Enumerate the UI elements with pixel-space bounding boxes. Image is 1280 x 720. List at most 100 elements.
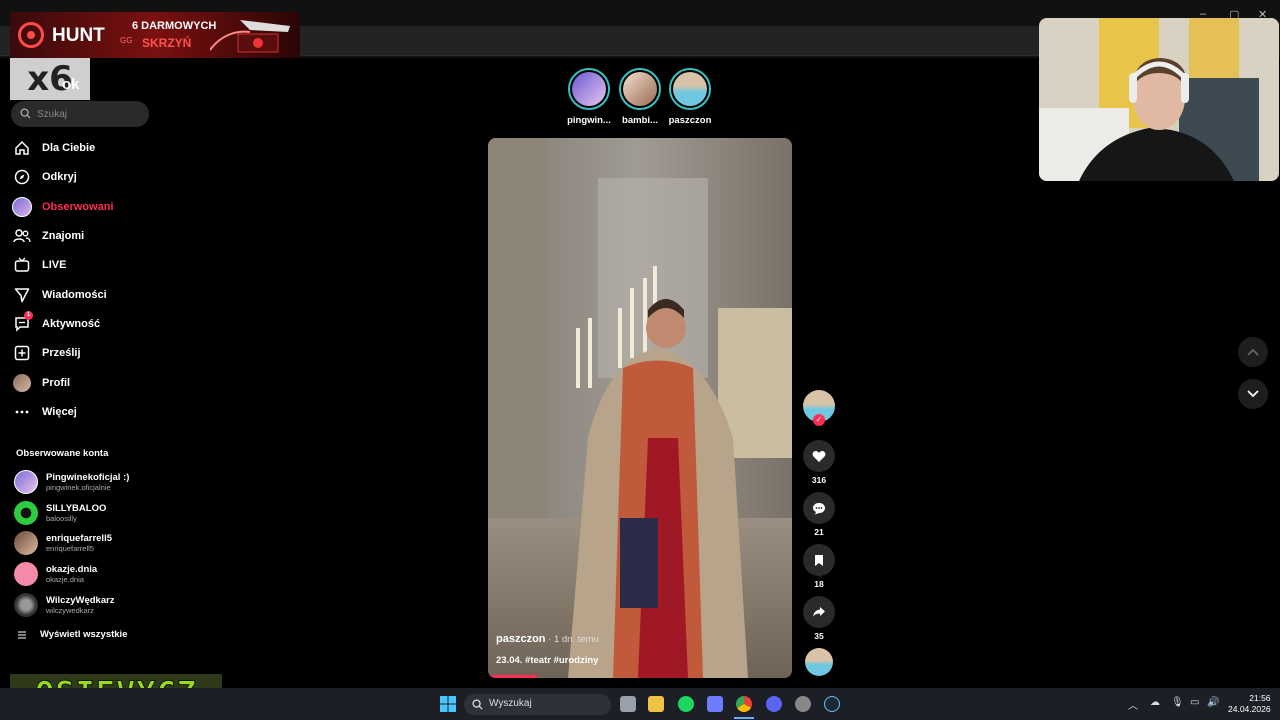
ad-brand-suffix: GG <box>120 36 133 45</box>
comment-icon <box>813 502 825 514</box>
more-dots-icon <box>12 402 32 422</box>
story-item[interactable]: bambi... <box>618 68 662 126</box>
video-progress-bar[interactable] <box>488 675 537 678</box>
bookmark-icon <box>815 554 823 566</box>
nav-label: Wiadomości <box>42 289 107 301</box>
followed-account[interactable]: WilczyWędkarz wilczywedkarz <box>14 591 154 619</box>
save-button[interactable]: 18 <box>803 544 835 589</box>
avatar <box>14 470 38 494</box>
list-icon <box>18 631 26 638</box>
app-icon[interactable] <box>795 696 811 712</box>
microphone-icon[interactable]: 🎙 <box>1171 697 1184 708</box>
active-app-indicator <box>734 717 754 719</box>
account-handle: baloosilly <box>46 514 77 523</box>
share-button[interactable]: 35 <box>803 596 835 641</box>
nav-item-znajomi[interactable]: Znajomi <box>12 224 152 248</box>
account-handle: enriquefarrell5 <box>46 544 94 553</box>
file-explorer-icon[interactable] <box>648 696 664 712</box>
share-arrow-icon <box>813 607 825 617</box>
ad-brand: HUNT <box>52 25 105 46</box>
share-count: 35 <box>814 631 824 641</box>
nav-item-wiecej[interactable]: Więcej <box>12 400 152 424</box>
nav-item-aktywnosc[interactable]: 1 Aktywność <box>12 311 152 336</box>
nav-label: Więcej <box>42 406 77 418</box>
followed-account[interactable]: enriquefarrell5 enriquefarrell5 <box>14 529 154 557</box>
story-item[interactable]: pingwin... <box>567 68 611 126</box>
activity-icon: 1 <box>12 311 33 334</box>
tray-chevron-up-icon[interactable]: ︿ <box>1128 697 1138 712</box>
nav-item-live[interactable]: LIVE <box>12 253 152 277</box>
search-input[interactable] <box>37 105 142 123</box>
ad-banner[interactable]: HUNT GG 6 DARMOWYCH SKRZYŃ <box>10 12 300 58</box>
account-handle: okazje.dnia <box>46 575 84 584</box>
nav-label: Profil <box>42 377 71 389</box>
comment-button[interactable]: 21 <box>803 492 835 537</box>
video-player[interactable]: paszczon · 1 dn. temu 23.04. #teatr #uro… <box>488 138 792 678</box>
avatar <box>14 593 38 617</box>
webcam-overlay <box>1039 18 1279 181</box>
nav-label: Prześlij <box>42 347 81 359</box>
chevron-down-icon <box>1247 390 1259 398</box>
avatar <box>14 501 38 525</box>
followed-account[interactable]: Pingwinekoficjal :) pingwinek.oficjalnie <box>14 468 154 496</box>
nav-item-odkryj[interactable]: Odkryj <box>12 165 152 189</box>
video-frame <box>488 138 792 678</box>
taskbar-search[interactable]: Wyszukaj <box>464 694 611 715</box>
show-all-following-button[interactable]: Wyświetl wszystkie <box>18 629 127 640</box>
nav-item-obserwowani[interactable]: Obserwowani <box>12 195 152 219</box>
like-button[interactable]: 316 <box>803 440 835 485</box>
like-count: 316 <box>811 475 827 485</box>
sound-avatar[interactable] <box>803 648 835 676</box>
comment-count: 21 <box>814 527 824 537</box>
discord-icon[interactable] <box>766 696 782 712</box>
chrome-icon[interactable] <box>736 696 752 712</box>
volume-icon[interactable]: 🔊 <box>1207 697 1219 708</box>
onedrive-icon[interactable]: ☁ <box>1150 697 1160 708</box>
taskbar-clock[interactable]: 21:56 24.04.2026 <box>1228 693 1271 715</box>
nav-item-przeslij[interactable]: Prześlij <box>12 341 152 365</box>
avatar <box>572 72 606 106</box>
app-logo[interactable]: ok <box>62 76 80 93</box>
avatar <box>14 531 38 555</box>
video-time: · 1 dn. temu <box>545 634 599 645</box>
clock-date: 24.04.2026 <box>1228 704 1271 714</box>
followed-account[interactable]: okazje.dnia okazje.dnia <box>14 560 154 588</box>
avatar <box>14 562 38 586</box>
video-caption-author: paszczon · 1 dn. temu <box>496 633 599 645</box>
nav-item-wiadomosci[interactable]: Wiadomości <box>12 283 152 307</box>
previous-video-button[interactable] <box>1238 337 1268 367</box>
hunt-logo-icon <box>18 22 44 48</box>
next-video-button[interactable] <box>1238 379 1268 409</box>
task-view-icon[interactable] <box>620 696 636 712</box>
nav-item-profil[interactable]: Profil <box>12 371 152 395</box>
nav-label: LIVE <box>42 259 67 271</box>
taskbar-search-label: Wyszukaj <box>489 698 532 709</box>
clock-time: 21:56 <box>1249 693 1271 703</box>
spotify-icon[interactable] <box>678 696 694 712</box>
store-icon[interactable] <box>707 696 723 712</box>
follow-check-icon[interactable]: ✓ <box>813 414 825 426</box>
show-all-label: Wyświetl wszystkie <box>40 629 128 640</box>
upload-plus-icon <box>12 343 32 363</box>
video-author[interactable]: paszczon <box>496 633 546 645</box>
weapon-crate-icon <box>210 20 290 53</box>
search-icon <box>20 108 31 119</box>
send-icon <box>12 285 32 305</box>
author-avatar[interactable]: ✓ <box>803 390 835 426</box>
account-name: Pingwinekoficjal :) <box>46 472 130 483</box>
avatar <box>673 72 707 106</box>
followed-account[interactable]: SILLYBALOO baloosilly <box>14 499 154 527</box>
heart-icon <box>812 450 826 462</box>
ad-line-2: SKRZYŃ <box>142 36 192 50</box>
steam-icon[interactable] <box>824 696 840 712</box>
save-count: 18 <box>814 579 824 589</box>
compass-icon <box>12 167 32 187</box>
nav-item-dla-ciebie[interactable]: Dla Ciebie <box>12 136 152 160</box>
network-icon[interactable]: ▭ <box>1190 697 1199 708</box>
windows-start-icon[interactable] <box>440 696 456 712</box>
search-box[interactable] <box>11 101 149 127</box>
account-name: SILLYBALOO <box>46 503 107 514</box>
story-item[interactable]: paszczon <box>668 68 712 126</box>
video-description[interactable]: 23.04. #teatr #urodziny <box>496 655 598 666</box>
story-name: pingwin... <box>567 115 611 126</box>
